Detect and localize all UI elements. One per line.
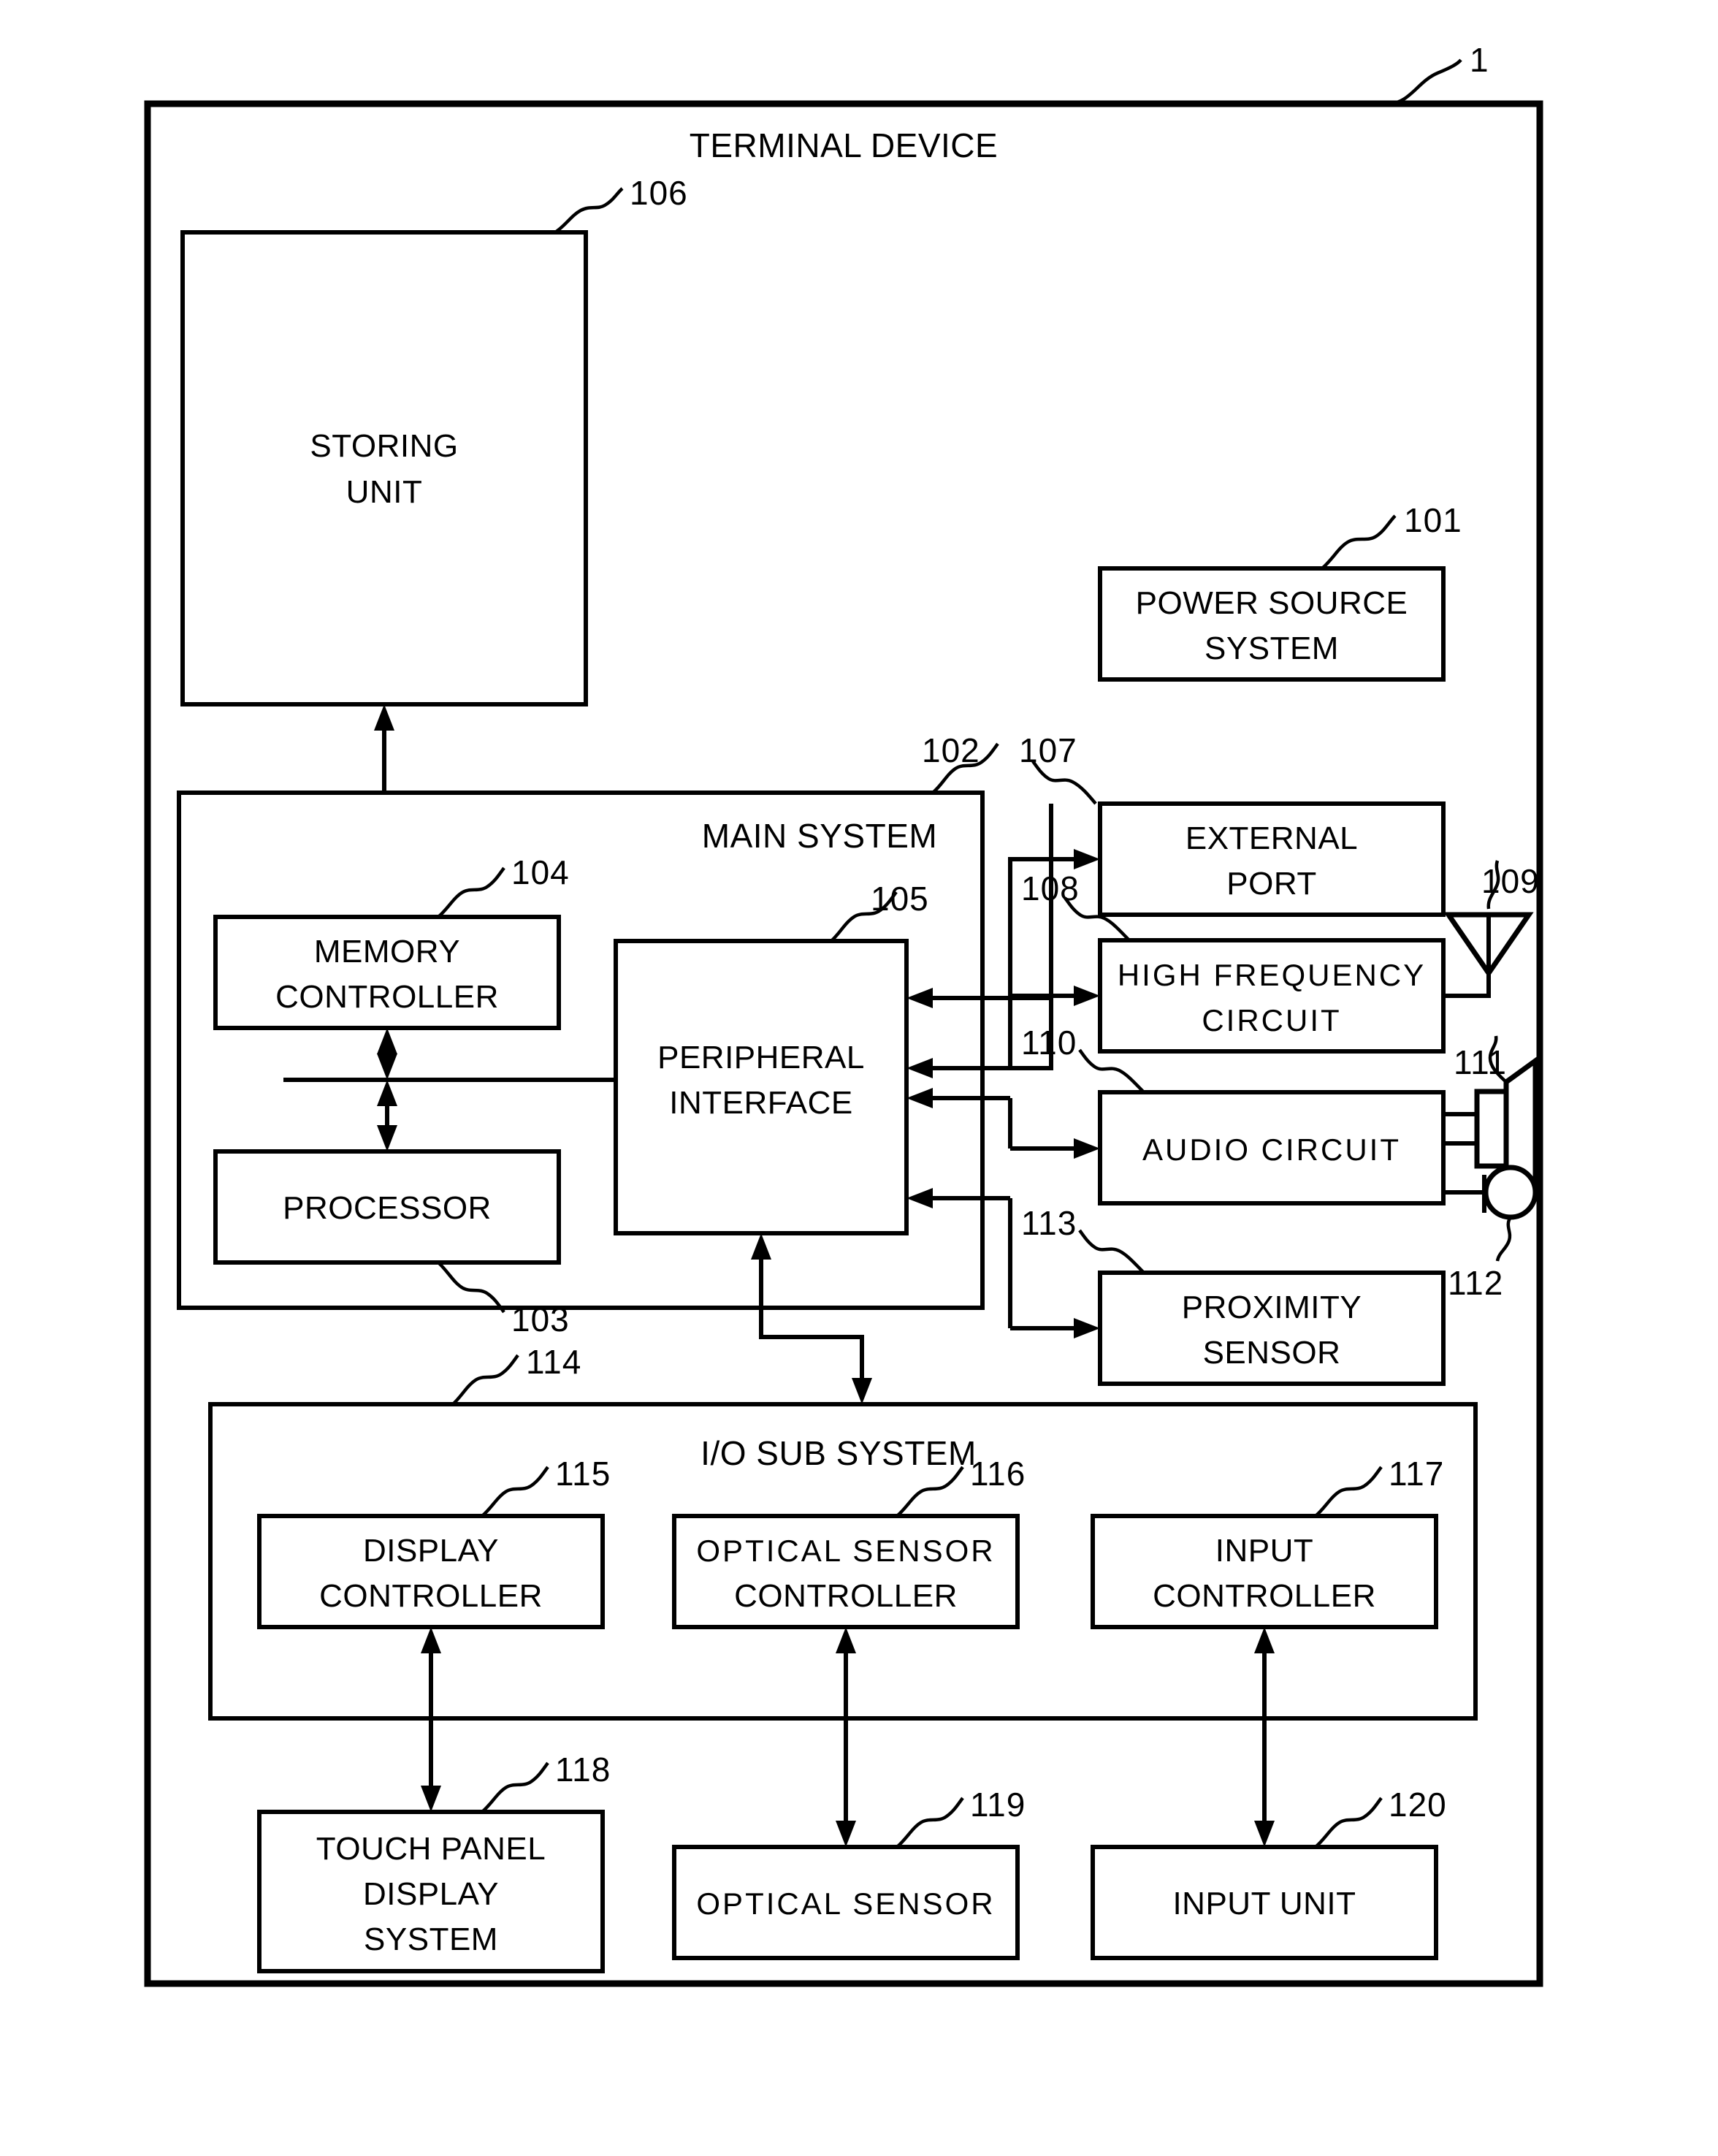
ref-number-105: 105 [871,880,929,918]
ref-number-118: 118 [555,1751,611,1789]
touch-panel-label-line1: TOUCH PANEL [316,1831,546,1867]
ref-number-114: 114 [526,1343,581,1381]
external-port-label-line2: PORT [1226,866,1316,902]
ref-number-111: 111 [1454,1043,1507,1081]
ref-number-117: 117 [1389,1455,1444,1493]
high-frequency-label-line1: HIGH FREQUENCY [1118,958,1426,992]
proximity-sensor-label-line1: PROXIMITY [1182,1290,1362,1325]
optical-sensor-controller-label-line1: OPTICAL SENSOR [696,1534,995,1568]
ref-number-120: 120 [1389,1786,1447,1824]
external-port-label-line1: EXTERNAL [1186,820,1358,856]
ref-number-104: 104 [511,853,570,891]
display-controller-label-line1: DISPLAY [363,1533,499,1569]
ref-number-107: 107 [1019,731,1077,769]
peripheral-interface-label-line2: INTERFACE [669,1085,852,1121]
ref-number-116: 116 [970,1455,1026,1493]
ref-number-109: 109 [1481,862,1540,900]
memory-controller-label-line2: CONTROLLER [275,979,499,1015]
block-storing-unit [180,230,588,706]
ref-number-102: 102 [922,731,980,769]
touch-panel-label-line2: DISPLAY [363,1876,499,1912]
storing-unit-label-line2: UNIT [346,474,423,510]
peripheral-interface-label-line1: PERIPHERAL [657,1040,865,1075]
high-frequency-label-line2: CIRCUIT [1202,1003,1341,1037]
leader-line-1 [1387,58,1462,106]
proximity-sensor-label-line2: SENSOR [1203,1335,1341,1371]
io-sub-system-label: I/O SUB SYSTEM [700,1434,977,1472]
main-system-label: MAIN SYSTEM [702,817,937,855]
optical-sensor-controller-label-line2: CONTROLLER [734,1578,958,1614]
microphone-icon [1483,1165,1538,1220]
ref-number-113: 113 [1021,1204,1077,1242]
ref-number-1: 1 [1470,41,1489,79]
storing-unit-label-line1: STORING [310,428,458,464]
ref-number-119: 119 [970,1786,1026,1824]
page-title: TERMINAL DEVICE [690,126,998,164]
processor-label-line1: PROCESSOR [283,1190,492,1226]
ref-number-101: 101 [1404,501,1462,539]
audio-circuit-label-line1: AUDIO CIRCUIT [1142,1132,1401,1167]
optical-sensor-label-line1: OPTICAL SENSOR [696,1886,995,1921]
touch-panel-label-line3: SYSTEM [364,1921,498,1957]
memory-controller-label-line1: MEMORY [314,934,460,970]
input-controller-label-line1: INPUT [1215,1533,1314,1569]
block-diagram: 1 TERMINAL DEVICE 106 STORING UNIT 101 P… [144,41,1543,1987]
ref-number-106: 106 [630,174,688,212]
ref-number-103: 103 [511,1300,570,1338]
display-controller-label-line2: CONTROLLER [319,1578,543,1614]
input-unit-label-line1: INPUT UNIT [1172,1886,1356,1921]
ref-number-115: 115 [555,1455,611,1493]
speaker-body-icon [1474,1089,1509,1169]
power-source-label-line1: POWER SOURCE [1136,585,1408,621]
patent-figure-page: 1 TERMINAL DEVICE 106 STORING UNIT 101 P… [0,0,1718,2156]
power-source-label-line2: SYSTEM [1204,631,1339,666]
ref-number-112: 112 [1448,1264,1503,1302]
input-controller-label-line2: CONTROLLER [1153,1578,1376,1614]
